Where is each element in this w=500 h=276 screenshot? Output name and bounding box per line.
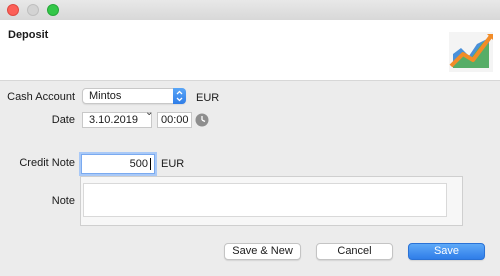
cash-account-label: Cash Account	[7, 91, 75, 103]
save-button[interactable]: Save	[408, 243, 485, 260]
cash-account-value: Mintos	[89, 90, 122, 102]
select-stepper-icon	[173, 88, 186, 104]
cancel-button[interactable]: Cancel	[316, 243, 393, 260]
date-value: 3.10.2019	[89, 114, 138, 126]
deposit-window: Deposit Cash Account Mintos EUR Date 3.1…	[0, 0, 500, 276]
minimize-window-button[interactable]	[27, 4, 39, 16]
trend-chart-logo-icon	[449, 32, 493, 72]
note-textarea[interactable]	[83, 183, 447, 217]
note-textarea-frame	[80, 176, 463, 226]
maximize-window-button[interactable]	[47, 4, 59, 16]
save-and-new-button[interactable]: Save & New	[224, 243, 301, 260]
credit-note-currency: EUR	[161, 158, 185, 170]
dialog-title: Deposit	[8, 29, 49, 41]
close-window-button[interactable]	[7, 4, 19, 16]
cash-account-currency: EUR	[196, 92, 220, 104]
note-label: Note	[51, 195, 75, 207]
dialog-header: Deposit	[0, 20, 500, 81]
date-field[interactable]: 3.10.2019	[82, 112, 152, 128]
cash-account-select[interactable]: Mintos	[82, 88, 186, 104]
date-label: Date	[51, 114, 75, 126]
credit-note-input[interactable]: 500	[81, 154, 155, 174]
credit-note-label: Credit Note	[19, 157, 75, 169]
text-caret	[150, 158, 151, 170]
credit-note-value: 500	[129, 158, 148, 170]
clock-icon[interactable]	[195, 113, 209, 127]
title-bar	[0, 0, 500, 20]
time-field[interactable]: 00:00	[157, 112, 192, 128]
time-value: 00:00	[161, 114, 189, 126]
chevron-down-icon[interactable]: ⌄	[145, 107, 153, 118]
